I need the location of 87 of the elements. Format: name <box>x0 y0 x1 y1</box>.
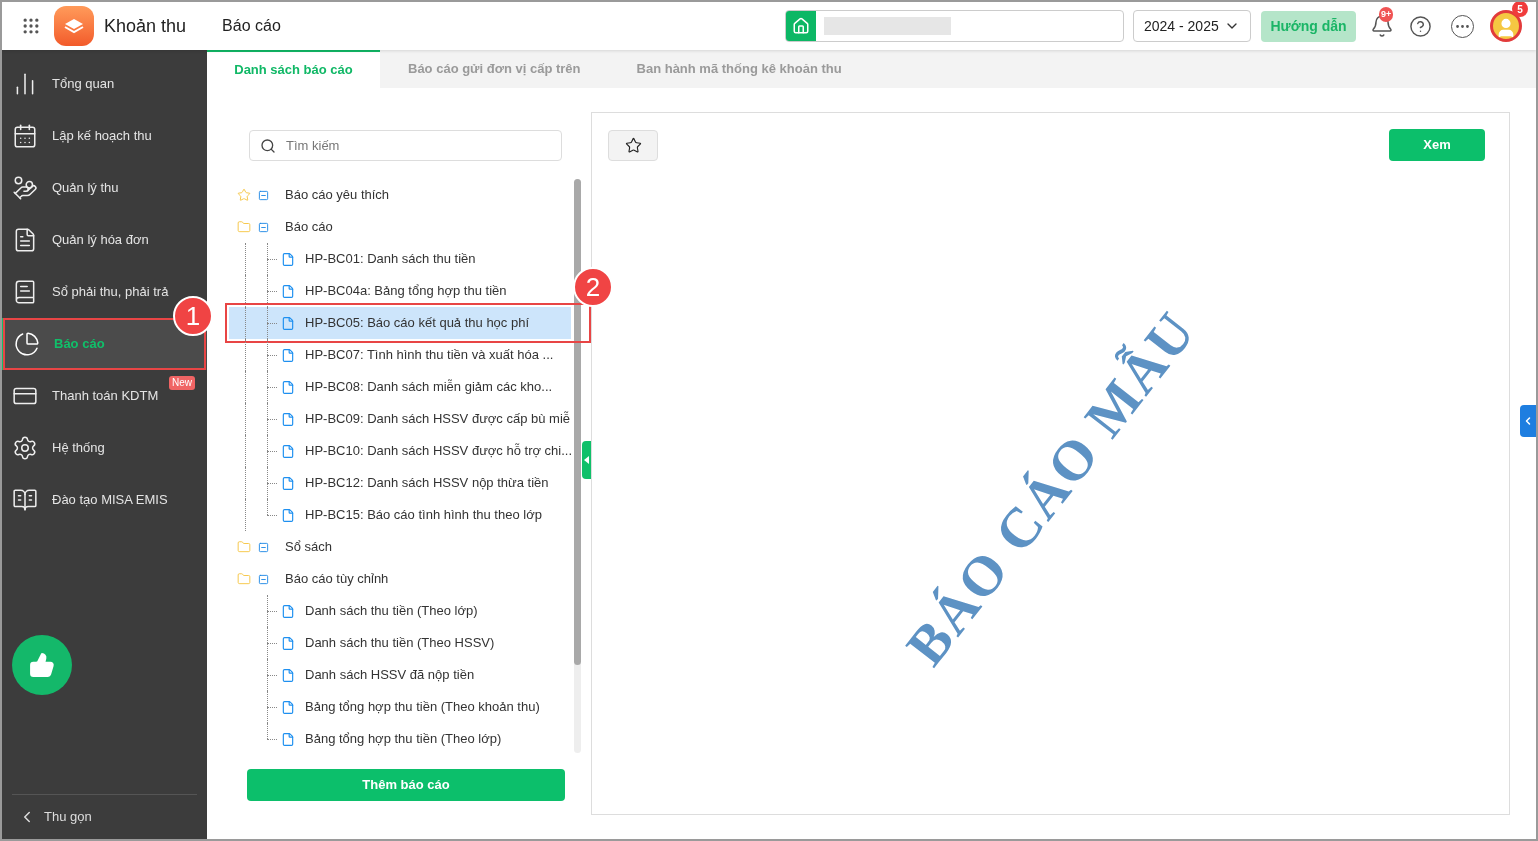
tree-item-label: HP-BC10: Danh sách HSSV được hỗ trợ chi... <box>305 442 573 461</box>
avatar-badge: 5 <box>1512 2 1528 17</box>
document-icon <box>281 443 295 459</box>
page-title: Báo cáo <box>222 16 281 36</box>
tree-item[interactable]: HP-BC07: Tình hình thu tiền và xuất hóa ... <box>229 339 571 371</box>
tree-item-label: Danh sách thu tiền (Theo HSSV) <box>305 634 495 653</box>
star-icon <box>624 136 642 154</box>
document-icon <box>281 283 295 299</box>
document-icon <box>281 347 295 363</box>
nav-item[interactable]: Lập kế hoạch thu <box>2 110 207 162</box>
document-icon <box>281 635 295 651</box>
search-field[interactable]: Tìm kiếm <box>249 130 562 161</box>
thumbs-up-icon <box>29 652 55 678</box>
search-input[interactable]: Tìm kiếm <box>286 135 526 156</box>
side-drawer-handle[interactable] <box>1520 405 1536 437</box>
document-icon <box>281 699 295 715</box>
tree-item[interactable]: Danh sách thu tiền (Theo HSSV) <box>229 627 571 659</box>
tree-item-label: HP-BC08: Danh sách miễn giảm các kho... <box>305 378 553 397</box>
nav-icon <box>12 123 38 149</box>
folder-icon <box>237 540 251 554</box>
tree-item-label: Bảng tổng hợp thu tiền (Theo khoản thu) <box>305 698 540 717</box>
collapse-handle[interactable] <box>582 441 591 479</box>
feedback-button[interactable] <box>12 635 72 695</box>
document-icon <box>281 603 295 619</box>
tree-item[interactable]: HP-BC05: Báo cáo kết quả thu học phí <box>229 307 571 339</box>
tree-item[interactable]: HP-BC01: Danh sách thu tiền <box>229 243 571 275</box>
tree-item[interactable]: Bảng tổng hợp thu tiền (Theo khoản thu) <box>229 691 571 723</box>
nav-item[interactable]: Đào tạo MISA EMIS <box>2 474 207 526</box>
star-icon <box>237 188 251 202</box>
unit-field[interactable] <box>785 10 1124 42</box>
tree-item-label: Danh sách HSSV đã nộp tiền <box>305 666 475 685</box>
tree-item-label: Danh sách thu tiền (Theo lớp) <box>305 602 478 621</box>
tree-item[interactable]: Danh sách HSSV đã nộp tiền <box>229 659 571 691</box>
home-icon[interactable] <box>786 11 816 41</box>
scrollbar[interactable] <box>574 179 582 753</box>
nav-icon <box>14 331 40 357</box>
new-badge: New <box>169 376 195 390</box>
tree-item-label: HP-BC09: Danh sách HSSV được cấp bù miễ <box>305 410 571 429</box>
tree-item[interactable]: Danh sách thu tiền (Theo lớp) <box>229 595 571 627</box>
nav-item[interactable]: Tổng quan <box>2 58 207 110</box>
nav-icon <box>12 435 38 461</box>
tree-item[interactable]: HP-BC12: Danh sách HSSV nộp thừa tiền <box>229 467 571 499</box>
notification-badge: 9+ <box>1379 7 1394 22</box>
collapse-toggle-icon[interactable] <box>258 541 269 553</box>
document-icon <box>281 411 295 427</box>
nav-icon <box>12 175 38 201</box>
nav-item[interactable]: Hệ thống <box>2 422 207 474</box>
document-icon <box>281 251 295 267</box>
document-icon <box>281 667 295 683</box>
tree-item-label: HP-BC04a: Bảng tổng hợp thu tiền <box>305 282 507 301</box>
tree-item-label: HP-BC12: Danh sách HSSV nộp thừa tiền <box>305 474 549 493</box>
tree-item-label: Bảng tổng hợp thu tiền (Theo lớp) <box>305 730 502 749</box>
tree-item-label: HP-BC01: Danh sách thu tiền <box>305 250 476 269</box>
tree-group-label[interactable]: Báo cáo yêu thích <box>285 185 390 205</box>
tree-group-label[interactable]: Sổ sách <box>285 537 332 557</box>
tree-item-label: HP-BC05: Báo cáo kết quả thu học phí <box>305 314 530 333</box>
collapse-toggle-icon[interactable] <box>258 573 269 585</box>
step-number-badge: 2 <box>573 267 613 307</box>
document-icon <box>281 475 295 491</box>
favorite-button[interactable] <box>608 129 658 161</box>
tree-item-label: HP-BC07: Tình hình thu tiền và xuất hóa ... <box>305 346 554 365</box>
search-icon <box>260 137 276 154</box>
collapse-toggle-icon[interactable] <box>258 221 269 233</box>
tree-item[interactable]: HP-BC15: Báo cáo tình hình thu theo lớp <box>229 499 571 531</box>
document-icon <box>281 507 295 523</box>
tree-item[interactable]: HP-BC09: Danh sách HSSV được cấp bù miễ <box>229 403 571 435</box>
help-icon[interactable] <box>1409 14 1432 38</box>
tree-item-label: HP-BC15: Báo cáo tình hình thu theo lớp <box>305 506 542 525</box>
nav-item[interactable]: Quản lý thu <box>2 162 207 214</box>
folder-icon <box>237 572 251 586</box>
tree-group-label[interactable]: Báo cáo tùy chỉnh <box>285 569 389 589</box>
app-name: Khoản thu <box>104 14 187 38</box>
document-icon <box>281 379 295 395</box>
tree-item[interactable]: HP-BC10: Danh sách HSSV được hỗ trợ chi... <box>229 435 571 467</box>
folder-icon <box>237 220 251 234</box>
document-icon <box>281 731 295 747</box>
nav-icon <box>12 487 38 513</box>
collapse-button[interactable]: Thu gọn <box>2 795 207 839</box>
year-select[interactable]: 2024 - 2025 <box>1133 10 1251 42</box>
nav-item[interactable]: Quản lý hóa đơn <box>2 214 207 266</box>
collapse-toggle-icon[interactable] <box>258 189 269 201</box>
app-grid-icon[interactable] <box>21 16 41 36</box>
tree-item[interactable]: HP-BC08: Danh sách miễn giảm các kho... <box>229 371 571 403</box>
tree-item[interactable]: Bảng tổng hợp thu tiền (Theo lớp) <box>229 723 571 755</box>
tree-group-label[interactable]: Báo cáo <box>285 217 333 237</box>
app-logo-icon <box>54 6 94 46</box>
document-icon <box>281 315 295 331</box>
